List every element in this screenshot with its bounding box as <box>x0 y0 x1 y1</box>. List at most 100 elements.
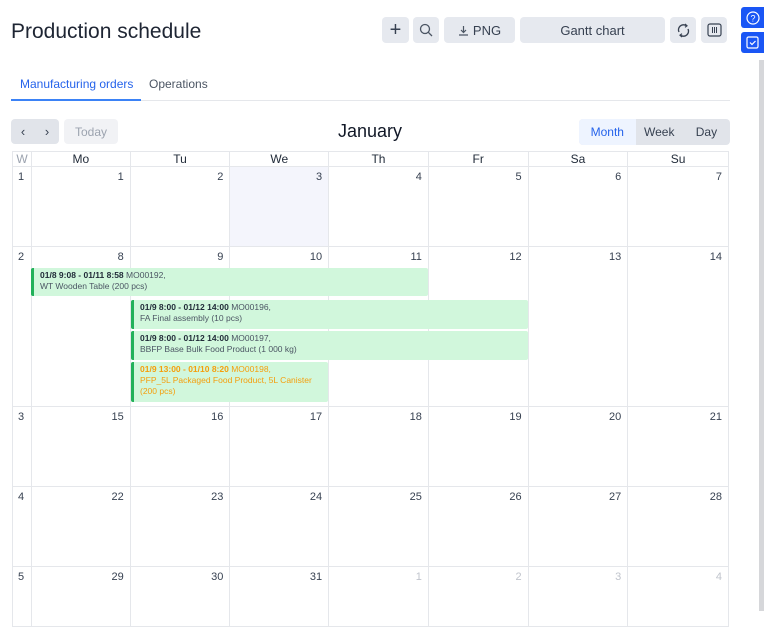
day-number: 4 <box>715 571 723 583</box>
day-cell[interactable]: 21 <box>627 407 728 486</box>
help-button[interactable]: ? <box>741 7 764 28</box>
day-cell[interactable]: 16 <box>129 407 230 486</box>
manufacturing-order-event[interactable]: 01/9 8:00 - 01/12 14:00 MO00197, BBFP Bas… <box>131 331 528 360</box>
day-cell[interactable]: 31 <box>229 567 328 626</box>
day-cell[interactable]: 18 <box>328 407 428 486</box>
prev-button[interactable]: ‹ <box>21 124 25 139</box>
event-description: BBFP Base Bulk Food Product (1 000 kg) <box>140 344 297 354</box>
day-cell[interactable]: 6 <box>527 167 628 246</box>
day-number: 24 <box>309 491 323 503</box>
weekday-header-cell: Th <box>328 152 428 166</box>
manufacturing-order-event[interactable]: 01/9 8:00 - 01/12 14:00 MO00196, FA Final… <box>131 300 528 329</box>
search-button[interactable] <box>413 17 439 43</box>
event-description: PFP_5L Packaged Food Product, 5L Caniste… <box>140 375 312 396</box>
day-cell[interactable]: 24 <box>229 487 328 566</box>
gantt-chart-button[interactable]: Gantt chart <box>520 17 665 43</box>
export-png-button[interactable]: PNG <box>444 17 515 43</box>
help-icon: ? <box>745 10 760 25</box>
weekday-header-cell: Tu <box>129 152 230 166</box>
png-label: PNG <box>472 22 502 38</box>
event-mo-number: MO00196, <box>231 302 271 312</box>
day-number: 30 <box>211 571 224 583</box>
day-number: 6 <box>615 171 622 183</box>
day-number: 27 <box>609 491 622 503</box>
day-cell[interactable]: 2 <box>129 167 230 246</box>
view-month[interactable]: Month <box>579 119 636 145</box>
tab-operations[interactable]: Operations <box>149 77 208 91</box>
week-number: 3 <box>18 411 25 423</box>
today-button[interactable]: Today <box>64 119 118 144</box>
day-cell[interactable]: 19 <box>427 407 528 486</box>
day-cell[interactable]: 3 <box>527 567 628 626</box>
day-cell[interactable]: 4 <box>328 167 428 246</box>
week-column-header: W <box>16 152 28 166</box>
week-row: 4 22 23 24 25 26 27 28 <box>12 487 729 567</box>
day-cell[interactable]: 27 <box>527 487 628 566</box>
day-cell[interactable]: 20 <box>527 407 628 486</box>
day-number: 5 <box>515 171 522 183</box>
event-mo-number: MO00192, <box>126 270 166 280</box>
event-mo-number: MO00198, <box>231 364 271 374</box>
day-cell[interactable]: 29 <box>30 567 130 626</box>
plus-icon: + <box>389 18 402 41</box>
day-cell[interactable]: 25 <box>328 487 428 566</box>
weekday-header-cell: Su <box>627 152 728 166</box>
calendar-month-title: January <box>337 121 403 141</box>
download-icon <box>458 25 468 36</box>
week-number: 4 <box>18 491 25 503</box>
event-time: 01/9 8:00 - 01/12 14:00 <box>140 302 229 312</box>
day-number: 12 <box>509 251 522 263</box>
day-cell[interactable]: 28 <box>627 487 728 566</box>
day-cell[interactable]: 7 <box>627 167 728 246</box>
day-cell[interactable]: 13 <box>527 247 628 406</box>
next-button[interactable]: › <box>45 124 49 139</box>
day-number: 7 <box>715 171 723 183</box>
day-number: 15 <box>111 411 124 423</box>
day-number: 25 <box>409 491 422 503</box>
day-cell[interactable]: 26 <box>427 487 528 566</box>
columns-button[interactable] <box>701 17 727 43</box>
view-day[interactable]: Day <box>683 119 730 145</box>
day-cell[interactable]: 15 <box>30 407 130 486</box>
day-cell[interactable]: 22 <box>30 487 130 566</box>
day-number: 1 <box>415 571 422 583</box>
week-number: 2 <box>18 251 25 263</box>
day-cell[interactable]: 4 <box>627 567 728 626</box>
week-number: 1 <box>18 171 25 183</box>
day-cell[interactable]: 23 <box>129 487 230 566</box>
event-time: 01/8 9:08 - 01/11 8:58 <box>40 270 124 280</box>
weekday-header-cell: Mo <box>30 152 130 166</box>
date-nav: ‹ › <box>11 119 59 144</box>
event-time: 01/9 8:00 - 01/12 14:00 <box>140 333 229 343</box>
tasks-button[interactable] <box>741 32 764 53</box>
tab-manufacturing-orders[interactable]: Manufacturing orders <box>20 77 133 91</box>
day-cell[interactable]: 1 <box>328 567 428 626</box>
day-cell[interactable]: 5 <box>427 167 528 246</box>
week-row: 3 15 16 17 18 19 20 21 <box>12 407 729 487</box>
day-cell[interactable]: 1 <box>30 167 130 246</box>
day-number: 14 <box>709 251 723 263</box>
day-number: 11 <box>410 251 422 263</box>
weekday-header-cell: Fr <box>427 152 528 166</box>
event-time: 01/9 13:00 - 01/10 8:20 <box>140 364 229 374</box>
day-number: 20 <box>609 411 622 423</box>
day-number: 4 <box>415 171 422 183</box>
day-number: 22 <box>111 491 124 503</box>
scrollbar[interactable] <box>759 60 764 611</box>
page-title: Production schedule <box>11 20 202 43</box>
manufacturing-order-event[interactable]: 01/9 13:00 - 01/10 8:20 MO00198, PFP_5L P… <box>131 362 328 402</box>
columns-icon <box>706 23 722 37</box>
day-cell[interactable]: 30 <box>129 567 230 626</box>
add-button[interactable]: + <box>382 17 409 43</box>
day-cell[interactable]: 17 <box>229 407 328 486</box>
day-cell[interactable]: 14 <box>627 247 728 406</box>
day-number: 10 <box>309 251 323 263</box>
refresh-button[interactable] <box>670 17 696 43</box>
refresh-icon <box>677 23 689 37</box>
day-number: 29 <box>111 571 124 583</box>
event-mo-number: MO00197, <box>231 333 271 343</box>
manufacturing-order-event[interactable]: 01/8 9:08 - 01/11 8:58 MO00192, WT Wooden… <box>31 268 428 296</box>
day-cell[interactable]: 3 <box>229 167 329 246</box>
day-cell[interactable]: 2 <box>427 567 528 626</box>
view-week[interactable]: Week <box>636 119 683 145</box>
